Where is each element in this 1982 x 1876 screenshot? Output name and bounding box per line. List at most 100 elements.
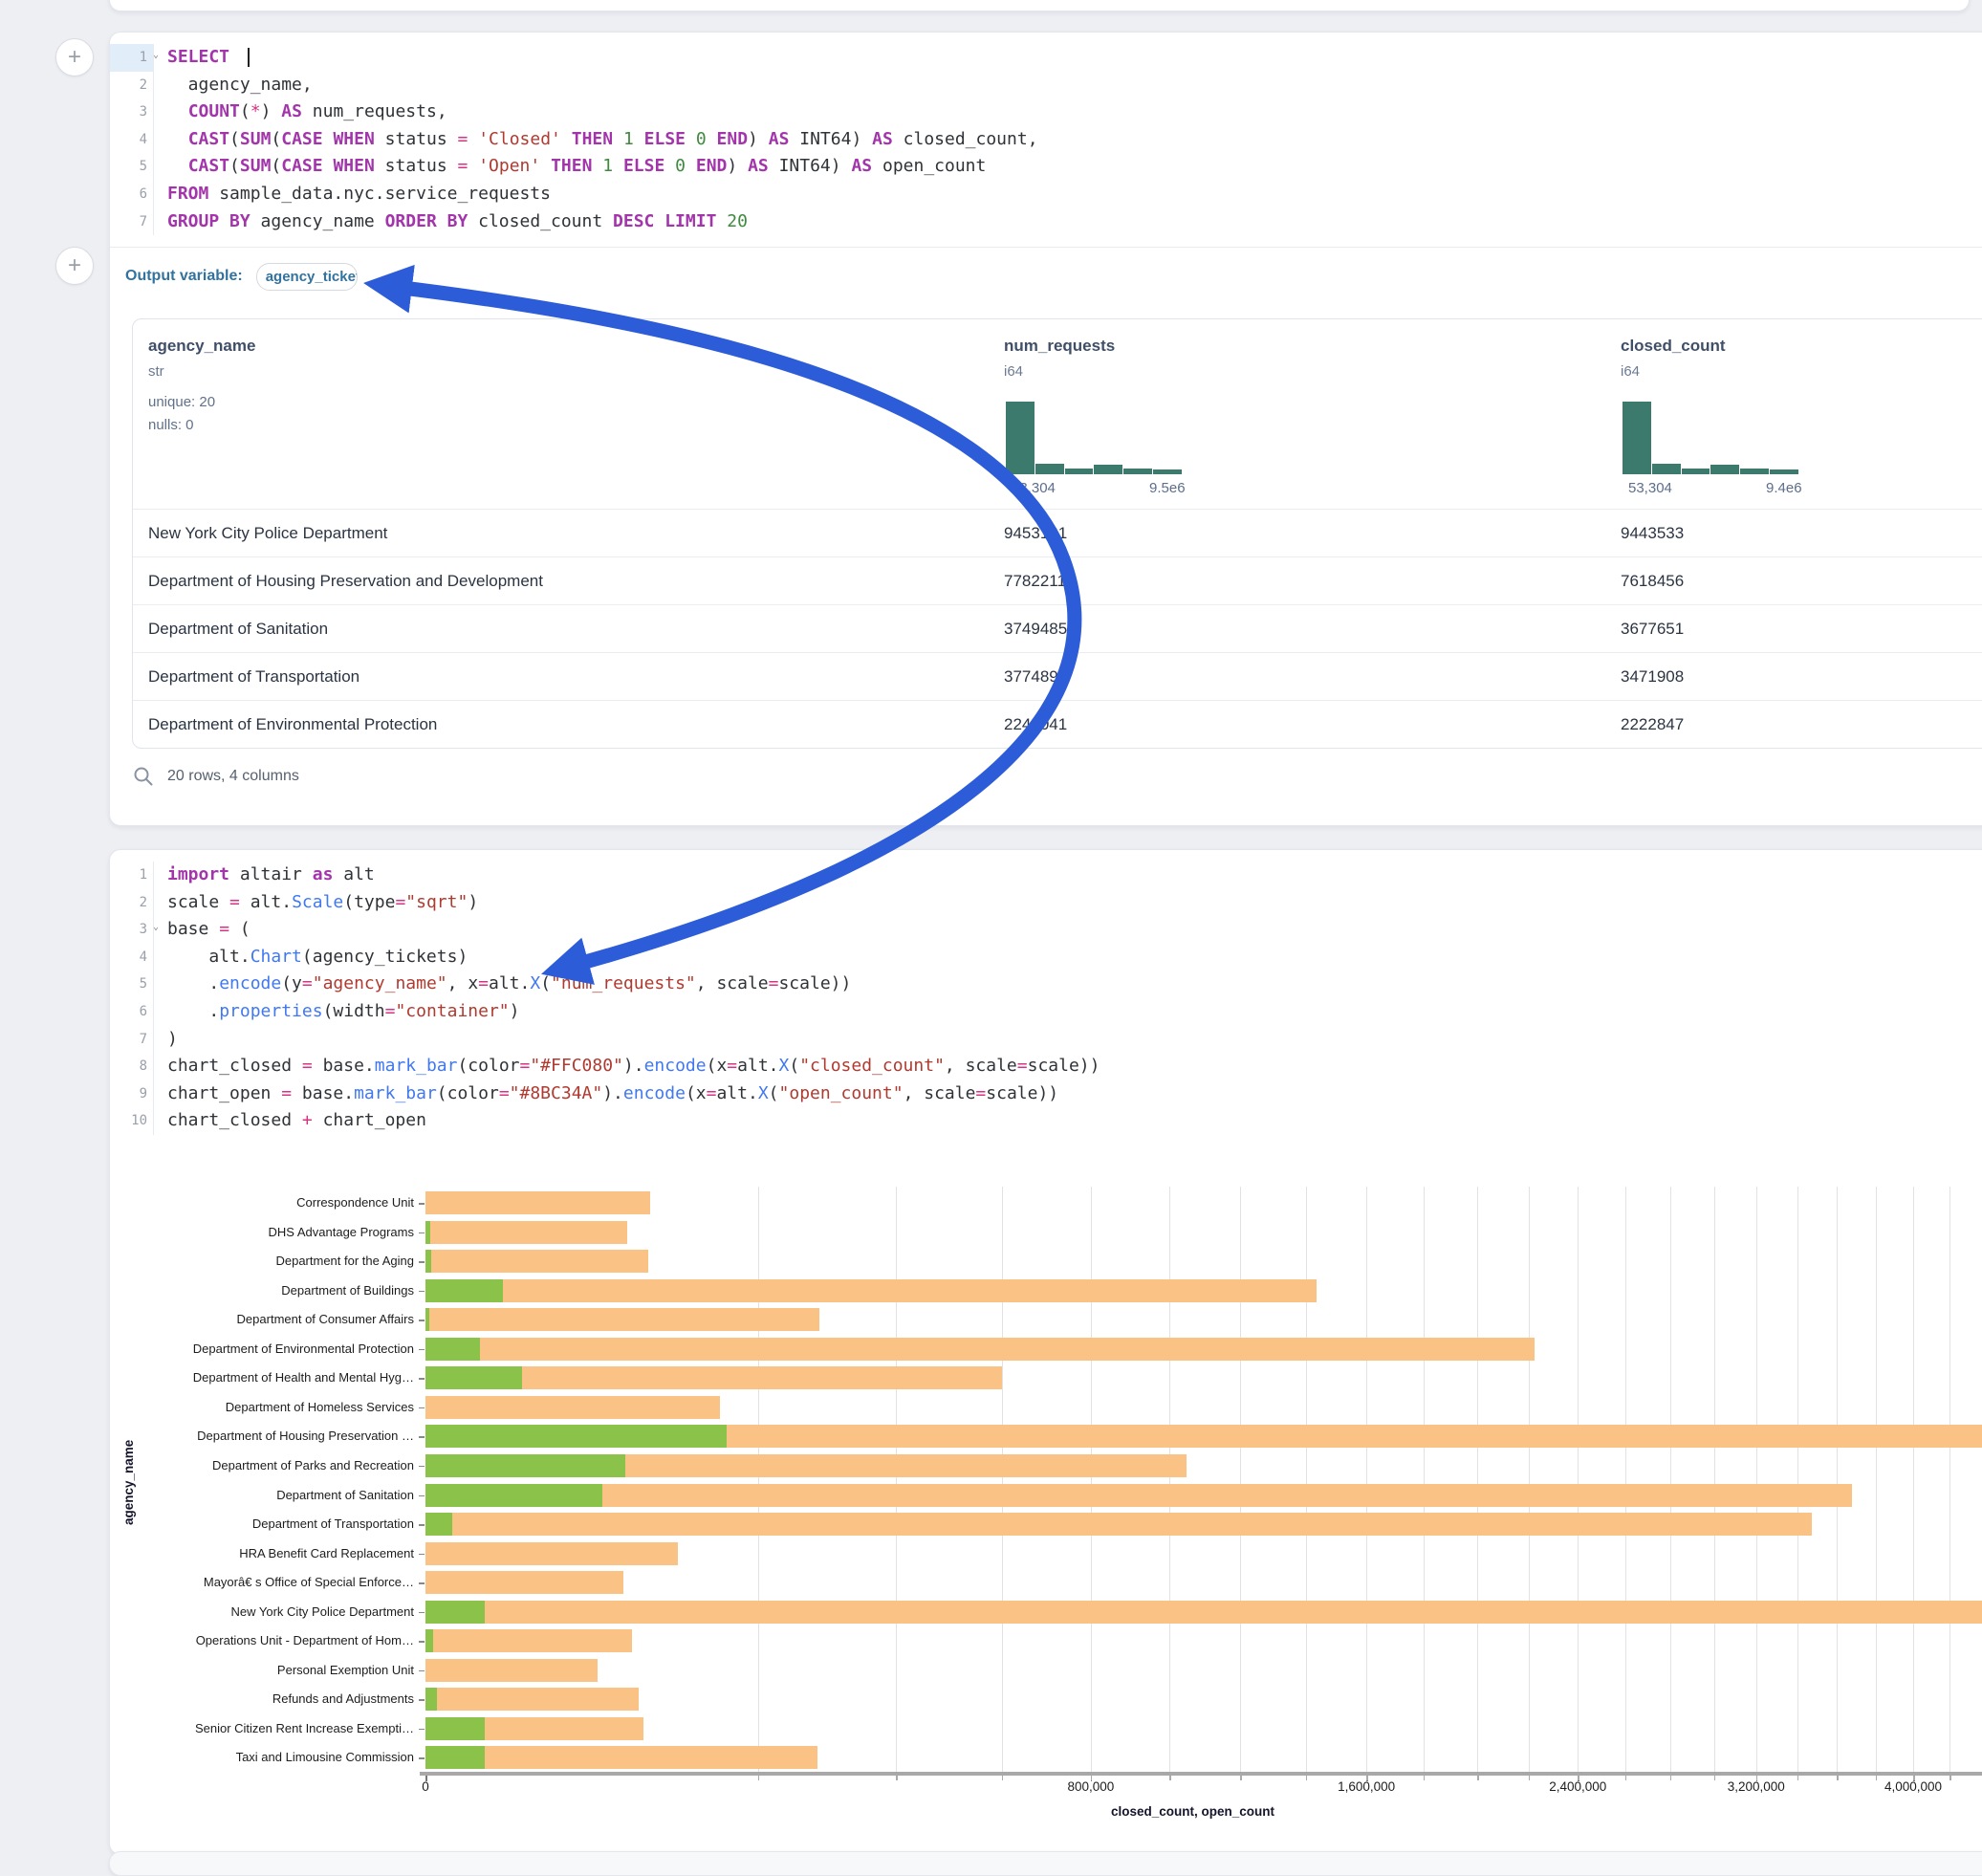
- x-axis-minor-tick: [1366, 1776, 1368, 1780]
- line-number: 2: [110, 72, 154, 99]
- result-table-header: agency_namestrunique: 20nulls: 0num_requ…: [133, 319, 1982, 510]
- x-axis-line: [420, 1772, 1982, 1776]
- code-line[interactable]: 5 .encode(y="agency_name", x=alt.X("num_…: [110, 971, 1982, 998]
- line-number: 6: [110, 181, 154, 208]
- table-cell: 3774892: [1004, 653, 1067, 700]
- code-text: chart_closed = base.mark_bar(color="#FFC…: [154, 1053, 1100, 1080]
- gridline: [1797, 1187, 1798, 1772]
- open-count-bar: [425, 1338, 480, 1361]
- histogram-min-label: 53,304: [1012, 480, 1056, 496]
- gridline: [1625, 1187, 1626, 1772]
- open-count-bar: [425, 1717, 485, 1740]
- table-row[interactable]: Department of Sanitation37494853677651: [133, 605, 1982, 653]
- code-text: GROUP BY agency_name ORDER BY closed_cou…: [154, 208, 748, 236]
- y-axis-label: Refunds and Adjustments: [110, 1691, 414, 1706]
- code-line[interactable]: 7): [110, 1026, 1982, 1054]
- line-number: 1: [110, 862, 154, 889]
- histogram-bar: [1123, 469, 1152, 474]
- code-line[interactable]: 5 CAST(SUM(CASE WHEN status = 'Open' THE…: [110, 153, 1982, 181]
- table-row[interactable]: Department of Transportation377489234719…: [133, 653, 1982, 701]
- table-row[interactable]: Department of Environmental Protection22…: [133, 701, 1982, 748]
- gridline: [1949, 1187, 1950, 1772]
- code-line[interactable]: 3 COUNT(*) AS num_requests,: [110, 98, 1982, 126]
- table-cell: 7618456: [1621, 557, 1684, 604]
- code-text: CAST(SUM(CASE WHEN status = 'Open' THEN …: [154, 153, 986, 181]
- code-line[interactable]: 9chart_open = base.mark_bar(color="#8BC3…: [110, 1080, 1982, 1108]
- y-axis-tick: [419, 1466, 425, 1468]
- column-header[interactable]: num_requests: [1004, 337, 1115, 356]
- gridline: [1913, 1187, 1914, 1772]
- column-dtype: str: [148, 363, 164, 380]
- column-header[interactable]: agency_name: [148, 337, 255, 356]
- code-line[interactable]: 7GROUP BY agency_name ORDER BY closed_co…: [110, 208, 1982, 236]
- search-icon[interactable]: [133, 766, 154, 787]
- y-axis-label: DHS Advantage Programs: [110, 1225, 414, 1239]
- gridline: [1091, 1187, 1092, 1772]
- y-axis-tick: [419, 1320, 425, 1321]
- code-line[interactable]: 6FROM sample_data.nyc.service_requests: [110, 181, 1982, 208]
- previous-cell-card: [109, 0, 1970, 11]
- line-number: 3⌄: [110, 916, 154, 944]
- table-cell: 9443533: [1621, 510, 1684, 556]
- column-dtype: i64: [1004, 363, 1023, 380]
- line-number: 7: [110, 208, 154, 236]
- code-line[interactable]: 10chart_closed + chart_open: [110, 1107, 1982, 1135]
- y-axis-tick: [419, 1495, 425, 1497]
- open-count-bar: [425, 1308, 429, 1331]
- line-number: 4: [110, 126, 154, 154]
- chart-y-axis-title: agency_name: [121, 1439, 136, 1524]
- column-header[interactable]: closed_count: [1621, 337, 1726, 356]
- open-count-bar: [425, 1746, 485, 1769]
- x-axis-minor-tick: [1424, 1776, 1426, 1780]
- y-axis-label: Department of Environmental Protection: [110, 1342, 414, 1356]
- python-code-editor[interactable]: 1import altair as alt2scale = alt.Scale(…: [110, 850, 1982, 1146]
- sql-code-editor[interactable]: 1⌄SELECT 2 agency_name,3 COUNT(*) AS num…: [110, 33, 1982, 247]
- y-axis-tick: [419, 1349, 425, 1351]
- next-cell-card: [109, 1851, 1982, 1876]
- histogram-max-label: 9.5e6: [1149, 480, 1186, 496]
- code-line[interactable]: 4 alt.Chart(agency_tickets): [110, 944, 1982, 971]
- x-axis-minor-tick: [1876, 1776, 1878, 1780]
- open-count-bar: [425, 1601, 485, 1624]
- closed-count-bar: [425, 1513, 1812, 1536]
- y-axis-tick: [419, 1582, 425, 1584]
- gridline: [1670, 1187, 1671, 1772]
- y-axis-tick: [419, 1612, 425, 1614]
- table-cell: 2222847: [1621, 701, 1684, 748]
- code-text: COUNT(*) AS num_requests,: [154, 98, 447, 126]
- table-cell: 3677651: [1621, 605, 1684, 652]
- fold-chevron-icon[interactable]: ⌄: [153, 42, 159, 70]
- table-row[interactable]: New York City Police Department945313194…: [133, 510, 1982, 557]
- line-number: 10: [110, 1107, 154, 1135]
- add-cell-button-output[interactable]: +: [55, 247, 94, 285]
- y-axis-tick: [419, 1378, 425, 1380]
- gridline: [1240, 1187, 1241, 1772]
- table-row[interactable]: Department of Housing Preservation and D…: [133, 557, 1982, 605]
- closed-count-bar: [425, 1688, 639, 1711]
- y-axis-tick: [419, 1291, 425, 1293]
- output-variable-pill[interactable]: agency_tickets: [256, 263, 358, 291]
- fold-chevron-icon[interactable]: ⌄: [153, 914, 159, 942]
- open-count-bar: [425, 1513, 452, 1536]
- gridline: [1477, 1187, 1478, 1772]
- row-count-text: 20 rows, 4 columns: [167, 768, 299, 785]
- x-axis-tick-label: 1,600,000: [1338, 1779, 1395, 1794]
- code-text: chart_closed + chart_open: [154, 1107, 426, 1135]
- code-line[interactable]: 2scale = alt.Scale(type="sqrt"): [110, 889, 1982, 917]
- add-cell-button-top[interactable]: +: [55, 38, 94, 76]
- x-axis-tick-label: 0: [422, 1779, 429, 1794]
- y-axis-label: Department of Buildings: [110, 1283, 414, 1298]
- y-axis-label: Mayorâ€ s Office of Special Enforce…: [110, 1575, 414, 1589]
- code-line[interactable]: 6 .properties(width="container"): [110, 998, 1982, 1026]
- histogram-bar: [1035, 464, 1064, 474]
- code-line[interactable]: 2 agency_name,: [110, 72, 1982, 99]
- code-line[interactable]: 8chart_closed = base.mark_bar(color="#FF…: [110, 1053, 1982, 1080]
- y-axis-label: Department of Homeless Services: [110, 1400, 414, 1414]
- histogram-bar: [1623, 402, 1651, 474]
- code-line[interactable]: 1⌄SELECT: [110, 44, 1982, 72]
- closed-count-bar: [425, 1191, 650, 1214]
- code-line[interactable]: 1import altair as alt: [110, 862, 1982, 889]
- code-line[interactable]: 3⌄base = (: [110, 916, 1982, 944]
- code-line[interactable]: 4 CAST(SUM(CASE WHEN status = 'Closed' T…: [110, 126, 1982, 154]
- result-table-body: New York City Police Department945313194…: [133, 510, 1982, 748]
